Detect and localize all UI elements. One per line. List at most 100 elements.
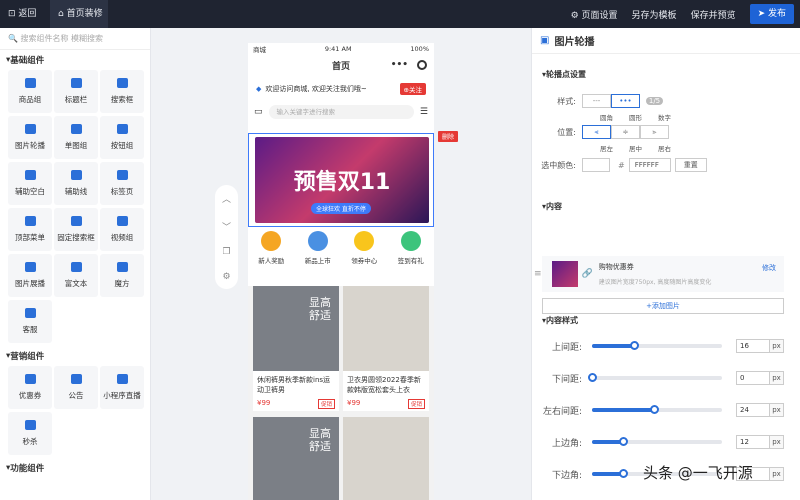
slider-knob[interactable] [629, 341, 639, 350]
section-marketing-label: 营销组件 [10, 352, 45, 362]
delete-badge[interactable]: 删除 [438, 131, 459, 142]
style-number-option[interactable]: 1/5 [640, 94, 669, 108]
component-tile[interactable]: 顶部菜单 [8, 208, 52, 251]
component-icon [116, 78, 128, 88]
drag-handle-icon[interactable]: ≡ [534, 269, 542, 279]
component-tile[interactable]: 公告 [54, 366, 98, 409]
component-tile[interactable]: 标签页 [100, 162, 144, 205]
slider-value-input[interactable]: 24 [736, 403, 770, 417]
follow-button-label: 关注 [409, 85, 422, 94]
component-tile[interactable]: 小程序直播 [100, 366, 144, 409]
publish-button[interactable]: ➤ 发布 [749, 4, 794, 24]
scan-icon[interactable]: ▭ [254, 107, 263, 117]
hex-input[interactable]: FFFFFF [628, 158, 671, 172]
content-edit-button[interactable]: 修改 [762, 263, 776, 273]
publish-label: 发布 [767, 9, 786, 19]
component-tile[interactable]: 标题栏 [54, 70, 98, 113]
move-down-icon[interactable]: ﹀ [222, 220, 231, 233]
add-image-button[interactable]: +添加图片 [542, 298, 784, 314]
color-swatch[interactable] [582, 158, 610, 172]
component-tile[interactable]: 辅助空白 [8, 162, 52, 205]
settings-icon[interactable]: ⚙ [222, 272, 230, 282]
more-icon[interactable]: ••• [391, 60, 408, 70]
reset-button[interactable]: 重置 [674, 158, 707, 172]
component-icon [24, 308, 36, 318]
component-tile[interactable]: 魔方 [100, 254, 144, 297]
copy-icon[interactable]: ❐ [222, 247, 230, 257]
slider-knob[interactable] [588, 373, 597, 382]
component-label: 辅助空白 [15, 187, 45, 196]
slider-unit: px [770, 467, 784, 481]
slider-knob[interactable] [619, 437, 629, 446]
component-tile[interactable]: 视频组 [100, 208, 144, 251]
section-marketing[interactable]: ▾ 营销组件 [0, 346, 150, 366]
section-function[interactable]: ▾ 功能组件 [0, 458, 150, 478]
component-tile[interactable]: 搜索框 [100, 70, 144, 113]
top-bar: ⊡ 返回 ⌂ 首页装修 ⚙ 页面设置 另存为模板 保存并预览 ➤ 发布 [0, 0, 800, 28]
style-rounded-option[interactable]: --- [582, 94, 611, 108]
component-label: 固定搜索框 [57, 233, 95, 242]
tab-home-decor[interactable]: ⌂ 首页装修 [50, 0, 108, 28]
slider-label: 上边角: [551, 438, 582, 449]
slider-track[interactable] [588, 373, 722, 382]
save-template-button[interactable]: 另存为模板 [632, 8, 677, 21]
component-tile[interactable]: 按钮组 [100, 116, 144, 159]
align-right-option[interactable]: ⫸ [640, 125, 669, 139]
align-left-option[interactable]: ⫷ [582, 125, 611, 139]
slider-value-input[interactable]: 12 [736, 435, 770, 449]
align-center-option[interactable]: ≑ [611, 125, 640, 139]
component-icon [116, 262, 128, 272]
slider-value-input[interactable]: 0 [736, 371, 770, 385]
component-tile[interactable]: 秒杀 [8, 412, 52, 455]
page-settings-button[interactable]: ⚙ 页面设置 [571, 8, 618, 21]
component-tile[interactable]: 富文本 [54, 254, 98, 297]
component-search[interactable]: 🔍 搜索组件名称 模糊搜索 [0, 28, 150, 50]
component-label: 单图组 [64, 141, 88, 150]
menu-icon[interactable]: ☰ [420, 107, 428, 117]
close-icon[interactable] [417, 60, 427, 70]
cat-item[interactable]: 领券中心 [351, 231, 377, 277]
cat-label: 新品上市 [304, 257, 331, 265]
component-tile[interactable]: 单图组 [54, 116, 98, 159]
position-label: 位置: [557, 127, 576, 137]
follow-button[interactable]: ⊕关注 [399, 82, 426, 95]
product-card[interactable] [343, 417, 429, 500]
style-rounded-label: 圆角 [600, 114, 613, 122]
product-card[interactable]: 显高 舒适 [253, 417, 339, 500]
slider-track[interactable] [592, 405, 722, 414]
slider-unit: px [770, 403, 784, 417]
component-tile[interactable]: 图片轮播 [8, 116, 52, 159]
component-tile[interactable]: 辅助线 [54, 162, 98, 205]
status-time: 9:41 AM [324, 44, 352, 53]
component-tile[interactable]: 优惠券 [8, 366, 52, 409]
style-circle-option[interactable]: ••• [611, 94, 640, 108]
section-basic[interactable]: ▾ 基础组件 [0, 50, 150, 70]
move-up-icon[interactable]: ︿ [222, 192, 231, 205]
phone-search-input[interactable]: 输入关键字进行搜索 [268, 105, 414, 119]
slider-track[interactable] [592, 437, 722, 446]
component-tile[interactable]: 商品组 [8, 70, 52, 113]
content-thumbnail [551, 261, 578, 287]
slider-knob[interactable] [619, 469, 629, 478]
cat-item[interactable]: 签到有礼 [398, 231, 424, 277]
slider-track[interactable] [592, 341, 722, 350]
section-carousel-dots[interactable]: ▾ 轮播点设置 [532, 64, 586, 84]
content-name[interactable]: 购物优惠券 [599, 262, 762, 272]
slider-value-input[interactable]: 16 [736, 339, 770, 353]
component-tile[interactable]: 客服 [8, 300, 52, 343]
cat-item[interactable]: 新人奖励 [258, 231, 284, 277]
slider-knob[interactable] [650, 405, 660, 414]
slider-fill [592, 344, 634, 348]
save-preview-button[interactable]: 保存并预览 [691, 8, 736, 21]
banner-selected[interactable]: 预售双11 全球狂欢 直折不停 [248, 133, 434, 227]
section-content[interactable]: ▾ 内容 [532, 196, 562, 216]
product-card[interactable]: 显高 舒适 休闲裤男秋季新款ins运动卫裤男 ¥99 促销 [253, 286, 339, 411]
slider-label: 左右间距: [542, 406, 582, 417]
component-tile[interactable]: 固定搜索框 [54, 208, 98, 251]
product-card[interactable]: 卫衣男圆领2022春季新款韩版宽松套头上衣 ¥99 促销 [343, 286, 429, 411]
status-battery: 100% [410, 44, 429, 53]
back-button[interactable]: ⊡ 返回 [0, 0, 50, 28]
component-tile[interactable]: 图片展播 [8, 254, 52, 297]
section-content-style[interactable]: ▾ 内容样式 [532, 310, 578, 330]
cat-item[interactable]: 新品上市 [305, 231, 331, 277]
